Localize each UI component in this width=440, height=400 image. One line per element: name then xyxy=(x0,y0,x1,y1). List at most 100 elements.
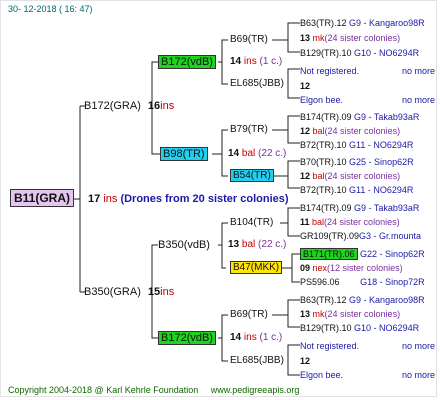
ggp-1-num: 14 xyxy=(230,56,242,67)
ggp-3: B79(TR) xyxy=(230,124,268,136)
ggp-7-num: 14 xyxy=(230,332,242,343)
r-row: 12 bal(24 sister colonies) xyxy=(300,170,400,182)
ggp-2: EL685(JBB) xyxy=(230,78,284,90)
parent-2-name: B350(GRA) xyxy=(84,286,141,298)
grandparent-2: B98(TR) xyxy=(160,147,208,161)
footer: Copyright 2004-2018 @ Karl Kehrle Founda… xyxy=(8,385,299,395)
r15a: B171(TR).06 xyxy=(300,248,358,260)
ggp-7-stats: 14 ins (1 c.) xyxy=(230,332,282,344)
r6b: G9 - Takab93aR xyxy=(354,112,420,122)
r-row: Elgon bee. no more xyxy=(300,94,435,106)
r18a: B63(TR).12 xyxy=(300,295,347,305)
ggp-3-name: B79(TR) xyxy=(230,124,268,135)
r-row: 12 bal(24 sister colonies) xyxy=(300,125,400,137)
gp3-mark: bal xyxy=(241,239,256,250)
r16s: (12 sister colonies) xyxy=(327,263,403,273)
r21a: Not registered. xyxy=(300,341,360,351)
r-row: B70(TR).10 G25 - Sinop62R xyxy=(300,156,414,168)
r12a: B174(TR).09 xyxy=(300,203,352,213)
grandparent-1-name: B172(vdB) xyxy=(158,55,216,69)
r19n: 13 xyxy=(300,309,311,319)
r-row: Elgon bee. no more xyxy=(300,369,435,381)
site-link[interactable]: www.pedigreeapis.org xyxy=(211,385,300,395)
r1n: 13 xyxy=(300,33,311,43)
parent-2-num: 15 xyxy=(147,286,161,298)
r-row: 13 mk(24 sister colonies) xyxy=(300,308,400,320)
r-row: B129(TR).10 G10 - NO6294R xyxy=(300,47,419,59)
grandparent-3-stats: 13 bal (22 c.) xyxy=(228,239,286,251)
r8b: G11 - NO6294R xyxy=(349,140,414,150)
r16n: 09 xyxy=(300,263,311,273)
ggp-1-stats: 14 ins (1 c.) xyxy=(230,56,282,68)
ggp-6: B47(MKK) xyxy=(230,261,283,274)
r14b: G3 - Gr.mounta xyxy=(359,231,422,241)
root-queen: B11(GRA) xyxy=(10,189,75,207)
root-summary: 17 ins (Drones from 20 sister colonies) xyxy=(88,193,289,205)
gp2-note: (22 c.) xyxy=(258,148,287,159)
grandparent-2-stats: 14 bal (22 c.) xyxy=(228,148,286,160)
r-row: B72(TR).10 G11 - NO6294R xyxy=(300,139,413,151)
r17a: PS596.06 xyxy=(300,277,340,287)
ggp-7-mark: ins xyxy=(243,332,257,343)
r19m: mk xyxy=(312,309,325,319)
r9b: G25 - Sinop62R xyxy=(349,157,414,167)
grandparent-3: B350(vdB) xyxy=(158,239,210,251)
r15b: G22 - Sinop62R xyxy=(360,249,425,259)
r10n: 12 xyxy=(300,171,311,181)
gp2-num: 14 xyxy=(228,148,240,159)
parent-2-ins: ins xyxy=(160,286,175,298)
r10s: (24 sister colonies) xyxy=(324,171,401,181)
r13s: (24 sister colonies) xyxy=(324,217,400,227)
r2a: B129(TR).10 xyxy=(300,48,352,58)
r7s: (24 sister colonies) xyxy=(324,126,401,136)
r8a: B72(TR).10 xyxy=(300,140,347,150)
r18b: G9 - Kangaroo98R xyxy=(349,295,425,305)
grandparent-3-name: B350(vdB) xyxy=(158,239,210,251)
r7m: bal xyxy=(312,126,325,136)
ggp-1: B69(TR) xyxy=(230,34,268,46)
r-row: Not registered. no more xyxy=(300,65,435,77)
r-row: B72(TR).10 G11 - NO6294R xyxy=(300,184,413,196)
r19s: (24 sister colonies) xyxy=(324,309,401,319)
r22n: 12 xyxy=(300,356,311,366)
r1m: mk xyxy=(312,33,325,43)
r6a: B174(TR).09 xyxy=(300,112,352,122)
grandparent-4: B172(vdB) xyxy=(158,331,216,345)
r-row: B174(TR).09 G9 - Takab93aR xyxy=(300,202,419,214)
r-row: PS596.06 G18 - Sinop72R xyxy=(300,276,425,288)
gp3-num: 13 xyxy=(228,239,240,250)
r17b: G18 - Sinop72R xyxy=(360,277,425,287)
r-row: B63(TR).12 G9 - Kangaroo98R xyxy=(300,17,425,29)
ggp-5-name: B104(TR) xyxy=(230,217,274,228)
r20b: G10 - NO6294R xyxy=(354,323,420,333)
r0a: B63(TR).12 xyxy=(300,18,347,28)
parent-1-ins: ins xyxy=(160,100,175,112)
r-row: GR109(TR).09G3 - Gr.mounta xyxy=(300,230,421,242)
ggp-5: B104(TR) xyxy=(230,217,273,229)
r7n: 12 xyxy=(300,126,311,136)
parent-1: B172(GRA) 16ins xyxy=(84,100,174,112)
root-num: 17 xyxy=(88,193,101,205)
ggp-8-name: EL685(JBB) xyxy=(230,355,284,366)
ggp-2-name: EL685(JBB) xyxy=(230,78,284,89)
r13m: bal xyxy=(312,217,325,227)
root-queen-name: B11(GRA) xyxy=(10,189,75,207)
parent-2: B350(GRA) 15ins xyxy=(84,286,174,298)
r-row: 09 nex(12 sister colonies) xyxy=(300,262,403,274)
gp2-mark: bal xyxy=(241,148,256,159)
ggp-4-name: B54(TR) xyxy=(230,169,274,182)
r9a: B70(TR).10 xyxy=(300,157,347,167)
parent-1-name: B172(GRA) xyxy=(84,100,141,112)
r-row: B129(TR).10 G10 - NO6294R xyxy=(300,322,419,334)
ggp-8: EL685(JBB) xyxy=(230,355,284,367)
r-row: 12 xyxy=(300,355,310,367)
r3b: no more xyxy=(402,66,436,76)
ggp-7-name: B69(TR) xyxy=(230,309,268,320)
r16m: nex xyxy=(312,263,328,273)
grandparent-4-name: B172(vdB) xyxy=(158,331,216,345)
r23b: no more xyxy=(402,370,436,380)
r11a: B72(TR).10 xyxy=(300,185,347,195)
ggp-7: B69(TR) xyxy=(230,309,268,321)
r-row: B174(TR).09 G9 - Takab93aR xyxy=(300,111,419,123)
r21b: no more xyxy=(402,341,436,351)
